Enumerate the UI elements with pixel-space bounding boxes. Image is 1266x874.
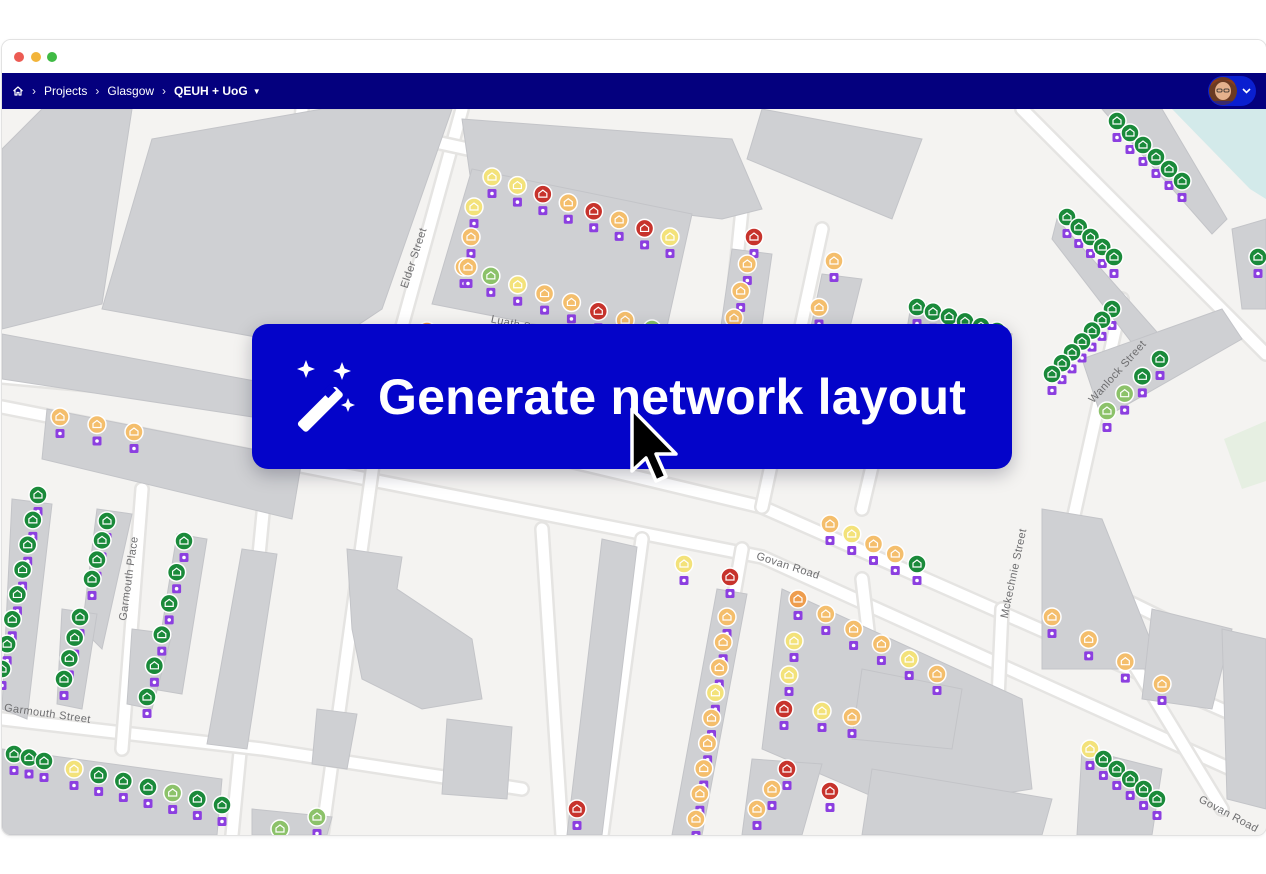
home-icon[interactable]: [12, 85, 24, 97]
mouse-pointer-icon: [630, 407, 678, 483]
chevron-right-icon: ›: [32, 84, 36, 98]
breadcrumb-current-project[interactable]: QEUH + UoG: [174, 84, 248, 98]
close-window-button[interactable]: [14, 52, 24, 62]
breadcrumb-item-projects[interactable]: Projects: [44, 84, 87, 98]
chevron-right-icon: ›: [162, 84, 167, 98]
chevron-down-icon: [1242, 88, 1251, 94]
minimize-window-button[interactable]: [31, 52, 41, 62]
building-marker[interactable]: [270, 819, 290, 835]
user-menu[interactable]: [1208, 76, 1256, 106]
breadcrumb-item-glasgow[interactable]: Glasgow: [107, 84, 154, 98]
avatar: [1209, 77, 1251, 105]
chevron-right-icon: ›: [95, 84, 100, 98]
caret-down-icon[interactable]: ▼: [253, 87, 261, 96]
magic-wand-icon: [290, 360, 362, 437]
title-bar: [2, 40, 1266, 73]
breadcrumb: › Projects › Glasgow › QEUH + UoG ▼: [12, 73, 261, 109]
maximize-window-button[interactable]: [47, 52, 57, 62]
building-footprint: [441, 718, 513, 800]
building-footprint: [1221, 628, 1266, 810]
top-navbar: › Projects › Glasgow › QEUH + UoG ▼: [2, 73, 1266, 109]
